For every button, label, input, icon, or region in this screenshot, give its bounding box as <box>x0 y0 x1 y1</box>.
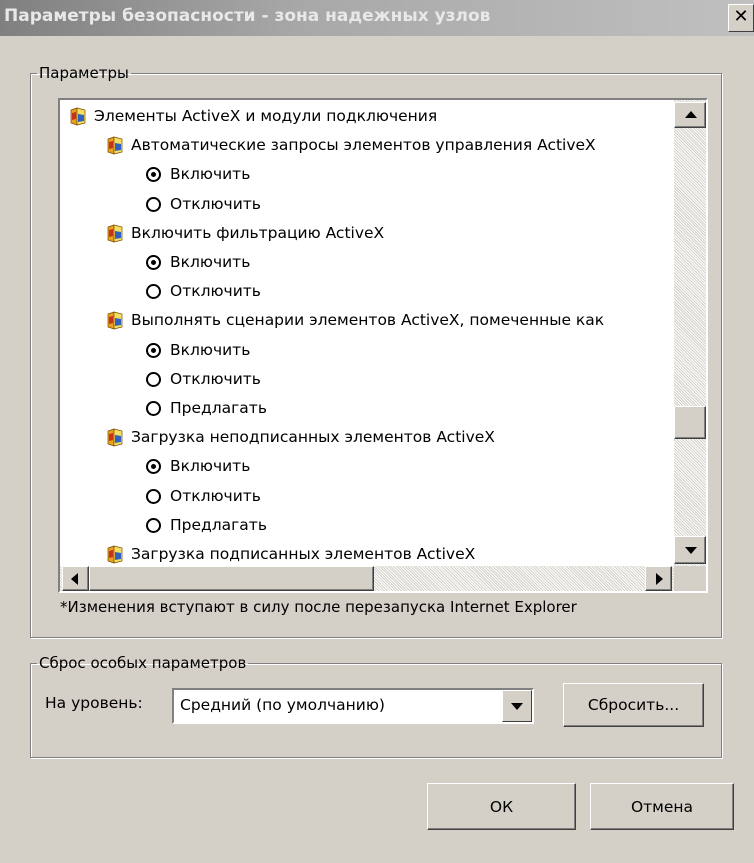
settings-tree-content: Элементы ActiveX и модули подключения Авт… <box>60 100 674 566</box>
ie-setting-icon <box>107 545 123 564</box>
arrow-up-icon <box>685 111 697 118</box>
radio-unchecked-icon[interactable] <box>146 371 161 387</box>
radio-label: Предлагать <box>170 399 267 417</box>
radio-label: Отключить <box>170 282 261 301</box>
title-bar: Параметры безопасности - зона надежных у… <box>0 0 754 36</box>
setting-label: Автоматические запросы элементов управле… <box>131 136 596 155</box>
radio-label: Отключить <box>170 194 261 213</box>
radio-unchecked-icon[interactable] <box>146 488 161 504</box>
scroll-right-button[interactable] <box>645 566 672 591</box>
ie-setting-icon <box>107 224 123 243</box>
vertical-scrollbar[interactable] <box>674 100 706 566</box>
setting-label: Элементы ActiveX и модули подключения <box>94 107 438 125</box>
ie-setting-icon <box>107 428 123 447</box>
radio-label: Отключить <box>170 486 261 505</box>
ie-setting-icon <box>107 311 123 330</box>
ie-setting-icon <box>70 107 86 126</box>
window-title: Параметры безопасности - зона надежных у… <box>4 6 491 26</box>
radio-label: Предлагать <box>170 515 267 534</box>
setting-label: Выполнять сценарии элементов ActiveX, по… <box>131 311 605 330</box>
scroll-down-button[interactable] <box>674 536 706 564</box>
ie-setting-icon <box>107 136 123 155</box>
setting-label: Загрузка неподписанных элементов ActiveX <box>131 428 495 447</box>
arrow-down-icon <box>685 547 697 554</box>
settings-group-legend: Параметры <box>39 64 129 82</box>
horizontal-scroll-thumb[interactable] <box>89 566 374 591</box>
ok-button[interactable]: ОК <box>427 783 576 830</box>
restart-note: *Изменения вступают в силу после перезап… <box>60 598 577 616</box>
radio-unchecked-icon[interactable] <box>146 284 161 300</box>
scroll-left-button[interactable] <box>62 566 89 591</box>
radio-unchecked-icon[interactable] <box>146 401 161 416</box>
radio-label: Отключить <box>170 369 261 388</box>
setting-label: Загрузка подписанных элементов ActiveX <box>131 545 476 563</box>
radio-unchecked-icon[interactable] <box>146 196 161 212</box>
close-icon: ✕ <box>733 6 749 27</box>
arrow-left-icon <box>71 573 78 585</box>
scrollbar-corner <box>674 566 706 591</box>
radio-label: Включить <box>170 457 251 476</box>
level-label: На уровень: <box>45 694 143 712</box>
level-select-value: Средний (по умолчанию) <box>180 696 385 714</box>
reset-button[interactable]: Сбросить... <box>563 683 704 727</box>
arrow-right-icon <box>656 573 663 585</box>
radio-label: Включить <box>170 253 251 271</box>
radio-checked-icon[interactable] <box>146 342 161 358</box>
horizontal-scrollbar[interactable] <box>60 566 674 591</box>
level-select-dropdown-button[interactable] <box>502 690 532 722</box>
scroll-up-button[interactable] <box>674 102 706 128</box>
radio-checked-icon[interactable] <box>146 459 161 475</box>
settings-tree[interactable]: Элементы ActiveX и модули подключения Авт… <box>58 98 708 593</box>
reset-group-legend: Сброс особых параметров <box>39 654 247 672</box>
radio-checked-icon[interactable] <box>146 255 161 270</box>
radio-checked-icon[interactable] <box>146 167 161 183</box>
chevron-down-icon <box>511 703 523 710</box>
vertical-scroll-thumb[interactable] <box>674 405 706 439</box>
close-button[interactable]: ✕ <box>728 4 754 32</box>
setting-label: Включить фильтрацию ActiveX <box>131 223 385 242</box>
radio-unchecked-icon[interactable] <box>146 517 161 533</box>
level-select[interactable]: Средний (по умолчанию) <box>172 688 534 724</box>
radio-label: Включить <box>170 340 251 359</box>
radio-label: Включить <box>170 165 251 184</box>
cancel-button[interactable]: Отмена <box>590 783 734 830</box>
